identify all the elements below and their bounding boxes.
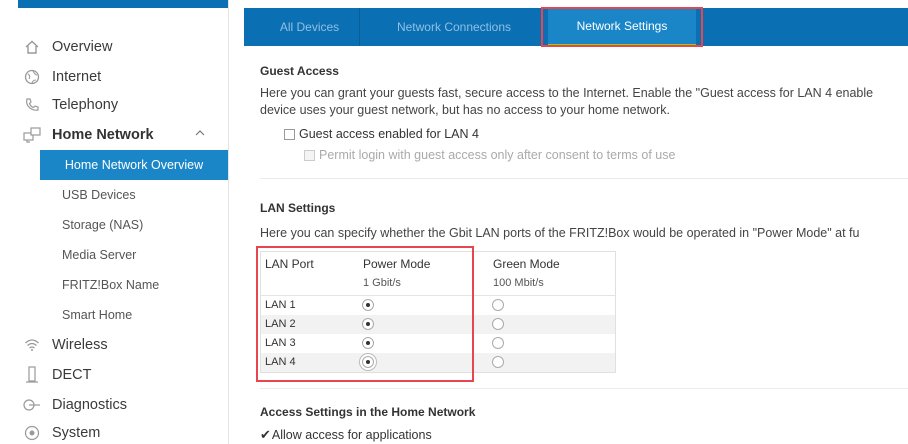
sidebar-subitem-fritzbox-name[interactable]: FRITZ!Box Name (0, 270, 228, 300)
section-divider (260, 388, 908, 389)
system-icon (22, 423, 42, 443)
lan-settings-title: LAN Settings (260, 201, 336, 215)
sidebar-subitem-home-network-overview[interactable]: Home Network Overview (40, 150, 228, 180)
sidebar-item-label: Diagnostics (52, 397, 127, 413)
table-row: LAN 4 (261, 353, 615, 372)
wifi-icon (22, 335, 42, 355)
tab-network-connections[interactable]: Network Connections (372, 8, 536, 46)
green-mode-radio[interactable] (492, 318, 504, 330)
col-green-mode: Green Mode (493, 257, 560, 271)
tab-all-devices[interactable]: All Devices (260, 8, 360, 46)
table-row: LAN 2 (261, 315, 615, 334)
checkmark-icon[interactable]: ✔ (260, 427, 271, 443)
sidebar-item-label: Home Network (52, 127, 154, 143)
sidebar-item-internet[interactable]: Internet (0, 62, 228, 92)
guest-access-checkbox-row[interactable]: Guest access enabled for LAN 4 (284, 127, 479, 141)
green-mode-radio[interactable] (492, 299, 504, 311)
sidebar-item-label: Internet (52, 69, 102, 85)
allow-apps-checkbox-row[interactable]: ✔ Allow access for applications (260, 427, 432, 443)
guest-access-desc-line1: Here you can grant your guests fast, sec… (260, 86, 874, 100)
sidebar-subitem-usb-devices[interactable]: USB Devices (0, 180, 228, 210)
col-lan-port: LAN Port (265, 257, 314, 271)
table-row: LAN 1 (261, 296, 615, 315)
network-icon (22, 125, 42, 145)
sidebar-subitem-smart-home[interactable]: Smart Home (0, 300, 228, 330)
sidebar-item-label: Overview (52, 39, 113, 55)
permit-login-checkbox-row: Permit login with guest access only afte… (304, 148, 675, 162)
chevron-up-icon[interactable] (194, 127, 206, 142)
lan-table-header: LAN Port Power Mode 1 Gbit/s Green Mode … (261, 252, 615, 296)
sidebar-subitem-storage-nas[interactable]: Storage (NAS) (0, 210, 228, 240)
col-power-mode: Power Mode (363, 257, 431, 271)
guest-access-desc-line2: device uses your guest network, but has … (260, 103, 670, 117)
sidebar-item-label: Wireless (52, 337, 108, 353)
guest-access-checkbox[interactable] (284, 128, 295, 140)
guest-access-checkbox-label: Guest access enabled for LAN 4 (299, 127, 479, 141)
lan-port-label: LAN 4 (265, 356, 296, 368)
guest-access-title: Guest Access (260, 64, 339, 78)
power-mode-radio[interactable] (362, 299, 374, 311)
permit-login-checkbox-label: Permit login with guest access only afte… (319, 148, 676, 162)
col-power-mode-speed: 1 Gbit/s (363, 277, 401, 289)
dect-icon (22, 365, 42, 385)
permit-login-checkbox (304, 149, 315, 161)
section-divider (260, 178, 908, 179)
green-mode-radio[interactable] (492, 337, 504, 349)
sidebar-item-home-network[interactable]: Home Network (0, 120, 228, 150)
sidebar-item-wireless[interactable]: Wireless (0, 330, 228, 360)
diagnostics-icon (22, 395, 42, 415)
sidebar-item-diagnostics[interactable]: Diagnostics (0, 390, 228, 420)
lan-settings-desc: Here you can specify whether the Gbit LA… (260, 226, 860, 240)
sidebar-top-bar (18, 0, 228, 8)
sidebar-item-dect[interactable]: DECT (0, 360, 228, 390)
power-mode-radio[interactable] (362, 337, 374, 349)
sidebar-item-system[interactable]: System (0, 418, 228, 444)
phone-icon (22, 95, 42, 115)
sidebar-item-label: DECT (52, 367, 92, 383)
sidebar-item-label: System (52, 425, 101, 441)
lan-port-label: LAN 2 (265, 318, 296, 330)
green-mode-radio[interactable] (492, 356, 504, 368)
lan-port-table: LAN Port Power Mode 1 Gbit/s Green Mode … (260, 251, 616, 373)
tab-network-settings[interactable]: Network Settings (548, 8, 696, 46)
sidebar-item-overview[interactable]: Overview (0, 32, 228, 62)
globe-icon (22, 67, 42, 87)
sidebar-item-telephony[interactable]: Telephony (0, 90, 228, 120)
lan-port-label: LAN 1 (265, 299, 296, 311)
allow-apps-checkbox-label: Allow access for applications (271, 428, 432, 442)
power-mode-radio[interactable] (362, 356, 374, 368)
lan-port-label: LAN 3 (265, 337, 296, 349)
access-settings-title: Access Settings in the Home Network (260, 405, 476, 419)
home-icon (22, 37, 42, 57)
sidebar-divider (228, 0, 229, 444)
sidebar-item-label: Telephony (52, 97, 119, 113)
sidebar-subitem-media-server[interactable]: Media Server (0, 240, 228, 270)
sidebar: Overview Internet Telephony Home Network… (0, 0, 228, 444)
col-green-mode-speed: 100 Mbit/s (493, 277, 544, 289)
power-mode-radio[interactable] (362, 318, 374, 330)
table-row: LAN 3 (261, 334, 615, 353)
